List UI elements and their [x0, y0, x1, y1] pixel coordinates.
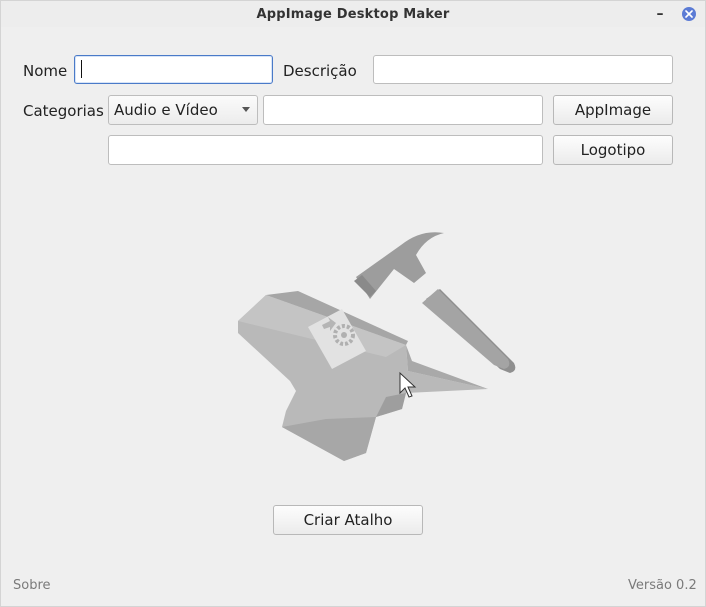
title-bar[interactable]: AppImage Desktop Maker – [1, 1, 705, 27]
close-button[interactable] [680, 5, 698, 23]
logo-button[interactable]: Logotipo [553, 135, 673, 165]
version-label: Versão 0.2 [628, 578, 697, 593]
create-shortcut-label: Criar Atalho [303, 511, 393, 529]
name-label: Nome [23, 62, 68, 80]
appimage-button-label: AppImage [574, 101, 652, 119]
category-selected-value: Audio e Vídeo [114, 101, 218, 119]
text-caret [81, 60, 82, 78]
name-input[interactable] [74, 55, 273, 84]
app-window: AppImage Desktop Maker – Nome Descrição … [0, 0, 706, 607]
create-shortcut-button[interactable]: Criar Atalho [273, 505, 423, 535]
logo-path-input[interactable] [108, 135, 543, 165]
appimage-button[interactable]: AppImage [553, 95, 673, 125]
description-input[interactable] [373, 55, 673, 84]
minimize-icon: – [656, 6, 664, 22]
category-select[interactable]: Audio e Vídeo [108, 95, 258, 125]
categories-label: Categorias [23, 102, 104, 120]
window-title: AppImage Desktop Maker [256, 6, 450, 22]
chevron-down-icon [242, 107, 250, 112]
app-illustration [238, 232, 516, 461]
appimage-path-input[interactable] [263, 95, 543, 125]
minimize-button[interactable]: – [651, 5, 669, 23]
description-label: Descrição [283, 62, 357, 80]
close-icon [682, 7, 696, 21]
logo-button-label: Logotipo [580, 141, 646, 159]
about-link[interactable]: Sobre [13, 578, 51, 593]
